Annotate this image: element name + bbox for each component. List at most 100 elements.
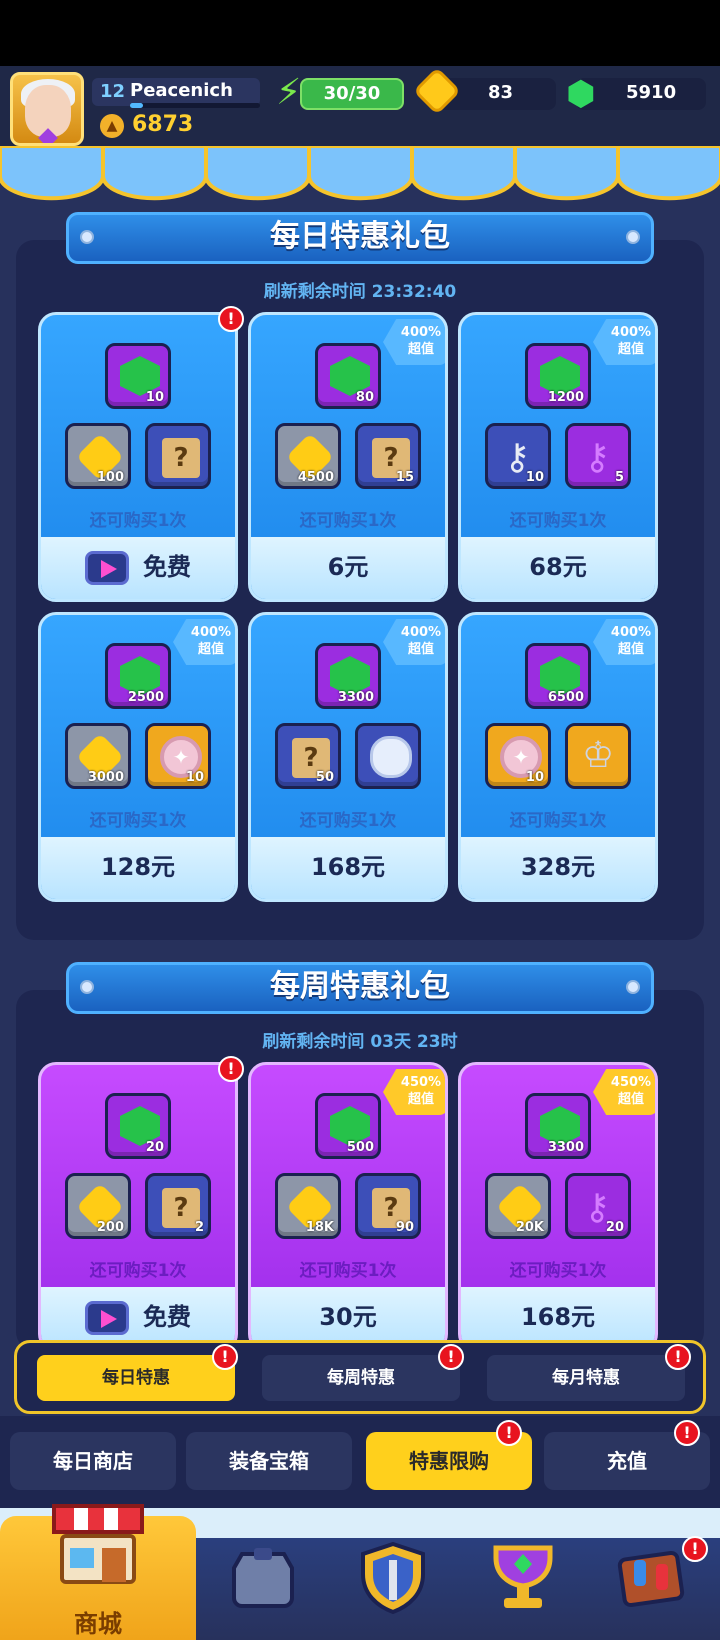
buy-button[interactable]: 6元 xyxy=(251,537,445,599)
offer-card[interactable]: 500 18K ? 90 还可购买1次 30元 450% 超值 xyxy=(248,1062,448,1352)
subtab-weekly[interactable]: 每周特惠 xyxy=(262,1355,460,1401)
offer-card[interactable]: 10 100? 还可购买1次免费 xyxy=(38,312,238,602)
nav-limited-offers-label: 特惠限购 xyxy=(409,1449,489,1473)
subtab-weekly-label: 每周特惠 xyxy=(327,1368,395,1388)
offer-card[interactable]: 80 4500 ? 15 还可购买1次 6元 400% 超值 xyxy=(248,312,448,602)
value-badge-percent: 400% xyxy=(400,325,442,340)
offer-card[interactable]: 20 200 ? 2 还可购买1次 免费 xyxy=(38,1062,238,1352)
alert-badge: ! xyxy=(212,1344,238,1370)
buy-button[interactable]: 68元 xyxy=(461,537,655,599)
gem-count: 3300 xyxy=(547,1140,584,1155)
trophy-icon: ▲ xyxy=(100,114,124,138)
gem-tile: 1200 xyxy=(525,343,591,409)
value-badge-label: 超值 xyxy=(407,342,434,357)
gem-count: 6500 xyxy=(547,690,584,705)
trophy-count: 6873 xyxy=(132,112,194,137)
gold-value: 83 xyxy=(488,82,514,103)
purple-key-tile: ⚷ 20 xyxy=(565,1173,631,1239)
scroll-tile: ? 15 xyxy=(355,423,421,489)
value-badge-label: 超值 xyxy=(617,1092,644,1107)
ribbon-pin xyxy=(80,230,94,244)
purchase-limit: 还可购买1次 xyxy=(299,511,397,531)
item-count: 20K xyxy=(515,1220,544,1235)
offer-card[interactable]: 3300 ? 50 还可购买1次 168元 400% 超值 xyxy=(248,612,448,902)
buy-button[interactable]: 128元 xyxy=(41,837,235,899)
medal-tile: ✦ 10 xyxy=(145,723,211,789)
medal-tile: ✦ 10 xyxy=(485,723,551,789)
gem-count: 80 xyxy=(355,390,374,405)
hero-tile xyxy=(355,723,421,789)
gold-tile: 100 xyxy=(65,423,131,489)
armor-icon[interactable] xyxy=(226,1540,300,1614)
price-label: 128元 xyxy=(100,853,176,881)
purchase-limit: 还可购买1次 xyxy=(299,1261,397,1281)
item-count: 3000 xyxy=(87,770,124,785)
subtab-daily[interactable]: 每日特惠 xyxy=(37,1355,235,1401)
item-count: 50 xyxy=(315,770,334,785)
nav-equipment-chest[interactable]: 装备宝箱 xyxy=(186,1432,352,1490)
gem-tile: 3300 xyxy=(315,643,381,709)
nav-daily-shop[interactable]: 每日商店 xyxy=(10,1432,176,1490)
scroll-tile: ? xyxy=(145,423,211,489)
gem-count: 3300 xyxy=(337,690,374,705)
alert-badge: ! xyxy=(682,1536,708,1562)
purchase-limit: 还可购买1次 xyxy=(509,811,607,831)
gem-count: 10 xyxy=(145,390,164,405)
purple-key-icon: ⚷ xyxy=(584,437,611,478)
gem-tile: 2500 xyxy=(105,643,171,709)
value-badge-percent: 400% xyxy=(610,325,652,340)
offer-card[interactable]: 1200 ⚷ 10 ⚷ 5 还可购买1次 68元 400% 超值 xyxy=(458,312,658,602)
gem-count: 20 xyxy=(145,1140,164,1155)
scroll-tile: ? 90 xyxy=(355,1173,421,1239)
weekly-title: 每周特惠礼包 xyxy=(66,962,654,1014)
ribbon-pin xyxy=(626,230,640,244)
energy-bolt-icon: ⚡ xyxy=(276,72,302,113)
purchase-limit: 还可购买1次 xyxy=(89,511,187,531)
item-count: 100 xyxy=(96,470,124,485)
subtab-monthly[interactable]: 每月特惠 xyxy=(487,1355,685,1401)
value-badge: 400% 超值 xyxy=(593,619,655,665)
player-name: Peacenich xyxy=(130,80,233,101)
offer-card[interactable]: 6500 ✦ 10 ♔ 还可购买1次 328元 400% 超值 xyxy=(458,612,658,902)
bottom-nav-shop-label: 商城 xyxy=(74,1610,122,1638)
purple-key-tile: ⚷ 5 xyxy=(565,423,631,489)
offer-card[interactable]: 2500 3000 ✦ 10 还可购买1次 128元 400% 超值 xyxy=(38,612,238,902)
video-ad-icon xyxy=(85,551,129,585)
item-count: 20 xyxy=(605,1220,624,1235)
trophy-cup-icon[interactable] xyxy=(486,1540,560,1614)
shield-sword-icon[interactable] xyxy=(356,1540,430,1614)
value-badge: 400% 超值 xyxy=(593,319,655,365)
item-count: 10 xyxy=(185,770,204,785)
buy-button[interactable]: 免费 xyxy=(41,537,235,599)
offer-card[interactable]: 3300 20K ⚷ 20 还可购买1次 168元 450% 超值 xyxy=(458,1062,658,1352)
item-count: 200 xyxy=(96,1220,124,1235)
buy-button[interactable]: 168元 xyxy=(251,837,445,899)
silver-key-tile: ⚷ 10 xyxy=(485,423,551,489)
battle-board-icon[interactable] xyxy=(614,1540,688,1614)
gem-tile: 20 xyxy=(105,1093,171,1159)
value-badge-percent: 400% xyxy=(610,625,652,640)
shop-category-bar: 每日商店 装备宝箱 特惠限购 充值 xyxy=(0,1416,720,1508)
scroll-tile: ? 50 xyxy=(275,723,341,789)
status-bar xyxy=(0,0,720,66)
shop-awning xyxy=(0,146,720,201)
item-count: 10 xyxy=(525,470,544,485)
shop-stall-icon xyxy=(52,1504,144,1584)
gem-count: 2500 xyxy=(127,690,164,705)
player-avatar[interactable] xyxy=(10,72,84,146)
item-count: 15 xyxy=(395,470,414,485)
value-badge: 400% 超值 xyxy=(383,319,445,365)
price-label: 168元 xyxy=(310,853,386,881)
energy-counter[interactable]: 30/30 xyxy=(300,78,404,110)
item-count: 4500 xyxy=(297,470,334,485)
buy-button[interactable]: 328元 xyxy=(461,837,655,899)
gold-tile: 4500 xyxy=(275,423,341,489)
value-badge-label: 超值 xyxy=(197,642,224,657)
offer-subtabs: 每日特惠 每周特惠 每月特惠 xyxy=(14,1340,706,1414)
ribbon-pin xyxy=(626,980,640,994)
xp-bar-fill xyxy=(130,103,143,108)
xp-bar xyxy=(130,103,260,108)
alert-badge: ! xyxy=(218,1056,244,1082)
value-badge-label: 超值 xyxy=(617,642,644,657)
gold-tile: 18K xyxy=(275,1173,341,1239)
